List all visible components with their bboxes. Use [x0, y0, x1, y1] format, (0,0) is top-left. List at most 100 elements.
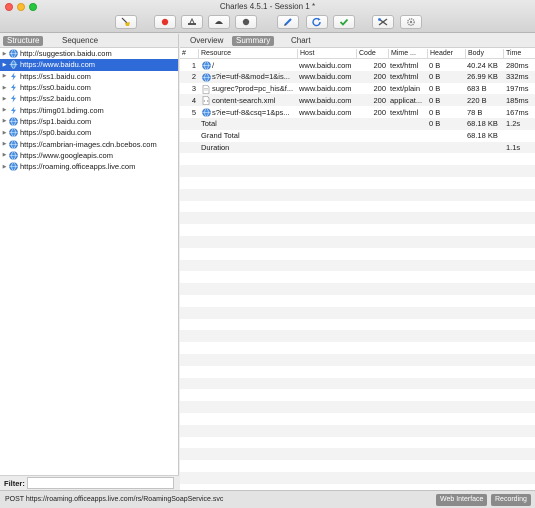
lightning-icon [9, 94, 18, 103]
disclosure-triangle-icon[interactable]: ▶ [0, 85, 9, 91]
column-header-resource[interactable]: Resource [198, 49, 297, 58]
host-label: https://sp1.baidu.com [20, 116, 92, 126]
disclosure-triangle-icon[interactable]: ▶ [0, 107, 9, 113]
summary-table-header: # Resource Host Code Mime ... Header Bod… [180, 48, 535, 59]
column-header-number[interactable]: # [182, 50, 196, 57]
table-row [180, 248, 535, 260]
column-header-body[interactable]: Body [465, 49, 505, 58]
throttle-button[interactable] [181, 15, 203, 29]
disclosure-triangle-icon[interactable]: ▶ [0, 96, 9, 102]
total-label: Duration [201, 143, 230, 153]
host-tree-item[interactable]: ▶ https://ss1.baidu.com [0, 71, 178, 82]
status-text: POST https://roaming.officeapps.live.com… [5, 496, 224, 503]
globe-icon [9, 60, 18, 70]
disclosure-triangle-icon[interactable]: ▶ [0, 118, 9, 124]
globe-icon [202, 72, 211, 82]
recording-button[interactable]: Recording [491, 494, 531, 506]
filter-bar: Filter: [0, 475, 179, 490]
validate-button[interactable] [333, 15, 355, 29]
column-header-time[interactable]: Time [503, 49, 535, 58]
disclosure-triangle-icon[interactable]: ▶ [0, 141, 9, 147]
total-header-size: 0 B [429, 119, 441, 129]
table-row: Duration 1.1s [180, 141, 535, 154]
tab-chart[interactable]: Chart [287, 36, 315, 46]
table-row[interactable]: 4 content-search.xml www.baidu.com 200 appli… [180, 94, 535, 107]
disclosure-triangle-icon[interactable]: ▶ [0, 51, 9, 57]
filter-input[interactable] [27, 477, 174, 489]
pen-icon [284, 18, 292, 26]
status-code-cell: 200 [373, 84, 386, 94]
total-body-size: 68.18 KB [467, 131, 498, 141]
breakpoints-button[interactable] [208, 15, 230, 29]
globe-icon [202, 61, 211, 70]
globe-icon [9, 151, 18, 160]
document-icon [202, 84, 210, 94]
table-row[interactable]: 1 / www.baidu.com 200 text/html 0 B 40.24 KB 28… [180, 59, 535, 71]
compose-button[interactable] [277, 15, 299, 29]
host-tree-item[interactable]: ▶ https://sp0.baidu.com [0, 127, 178, 138]
web-interface-button[interactable]: Web Interface [436, 494, 488, 506]
host-tree-item[interactable]: ▶ https://www.googleapis.com [0, 150, 178, 161]
host-tree-item[interactable]: ▶ https://sp1.baidu.com [0, 116, 178, 127]
table-row[interactable]: 3 sugrec?prod=pc_his&f... www.baidu.com 200… [180, 83, 535, 95]
body-size-cell: 683 B [467, 84, 487, 94]
lightning-icon [9, 83, 18, 92]
turtle-icon [215, 21, 223, 24]
record-button[interactable] [154, 15, 176, 29]
host-cell: www.baidu.com [299, 72, 352, 82]
host-tree-item[interactable]: ▶ https://ss0.baidu.com [0, 82, 178, 93]
host-tree-item[interactable]: ▶ https://cambrian-images.cdn.bcebos.com [0, 138, 178, 149]
right-view-switcher: Overview Summary Chart [180, 34, 535, 48]
breakpoint-icon [242, 18, 250, 26]
left-view-switcher: Structure Sequence [0, 34, 178, 48]
table-row [180, 259, 535, 272]
host-label: http://suggestion.baidu.com [20, 49, 112, 59]
total-time: 1.2s [506, 119, 521, 129]
host-tree-item[interactable]: ▶ https://timg01.bdimg.com [0, 104, 178, 115]
tab-summary[interactable]: Summary [232, 36, 275, 46]
table-row [180, 342, 535, 354]
host-label: https://www.baidu.com [20, 60, 96, 70]
repeat-button[interactable] [306, 15, 328, 29]
host-label: https://ss0.baidu.com [20, 83, 91, 93]
tab-sequence[interactable]: Sequence [58, 36, 102, 46]
table-row[interactable]: 5 s?ie=utf-8&csq=1&ps... www.baidu.com 200 t… [180, 106, 535, 118]
body-size-cell: 40.24 KB [467, 60, 498, 70]
host-label: https://ss1.baidu.com [20, 71, 91, 81]
mime-cell: text/plain [390, 84, 421, 94]
row-number: 1 [191, 60, 196, 70]
host-tree-item[interactable]: ▶ https://ss2.baidu.com [0, 93, 178, 104]
column-header-code[interactable]: Code [356, 49, 388, 58]
disclosure-triangle-icon[interactable]: ▶ [0, 164, 9, 170]
settings-button[interactable] [400, 15, 422, 29]
column-header-header[interactable]: Header [427, 49, 465, 58]
window-title: Charles 4.5.1 - Session 1 * [219, 2, 316, 11]
table-row [180, 283, 535, 295]
stop-button[interactable] [235, 15, 257, 29]
column-header-host[interactable]: Host [297, 49, 356, 58]
tab-overview[interactable]: Overview [186, 36, 227, 46]
clear-session-button[interactable] [115, 15, 137, 29]
disclosure-triangle-icon[interactable]: ▶ [0, 152, 9, 158]
table-row [180, 319, 535, 331]
column-header-mime[interactable]: Mime ... [388, 49, 427, 58]
host-tree-item[interactable]: ▶ https://roaming.officeapps.live.com [0, 161, 178, 172]
table-row [180, 353, 535, 366]
xml-file-icon [202, 96, 210, 106]
time-cell: 185ms [506, 95, 529, 105]
table-row[interactable]: 2 s?ie=utf-8&mod=1&is... www.baidu.com 200 t… [180, 70, 535, 83]
table-row [180, 401, 535, 413]
tab-structure[interactable]: Structure [3, 36, 44, 46]
disclosure-triangle-icon[interactable]: ▶ [0, 73, 9, 79]
host-tree-item[interactable]: ▶ https://www.baidu.com [0, 59, 178, 71]
host-tree-item[interactable]: ▶ http://suggestion.baidu.com [0, 48, 178, 59]
table-row [180, 437, 535, 449]
disclosure-triangle-icon[interactable]: ▶ [0, 130, 9, 136]
body-size-cell: 220 B [467, 95, 487, 105]
row-number: 2 [191, 72, 196, 82]
table-row [180, 389, 535, 401]
table-row [180, 330, 535, 343]
tools-button[interactable] [372, 15, 394, 29]
globe-icon [202, 108, 211, 117]
disclosure-triangle-icon[interactable]: ▶ [0, 62, 9, 68]
